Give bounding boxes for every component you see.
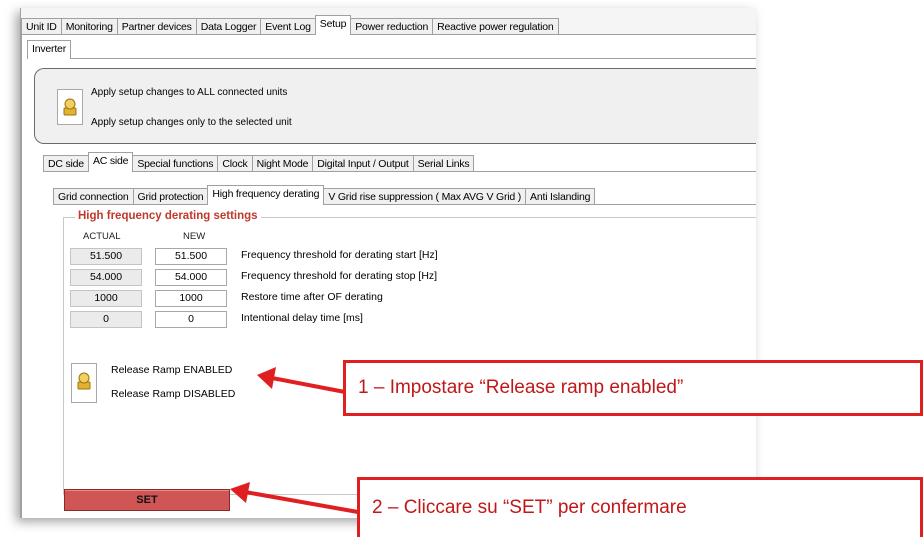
release-ramp-toggle[interactable] — [71, 363, 97, 403]
main-tab-bar: Unit ID Monitoring Partner devices Data … — [21, 15, 559, 35]
divider — [27, 58, 756, 59]
tab-reactive-power-regulation[interactable]: Reactive power regulation — [432, 18, 559, 35]
row-label: Frequency threshold for derating start [… — [241, 249, 438, 261]
toggle-switch-icon — [63, 98, 77, 116]
release-ramp-disabled-option[interactable]: Release Ramp DISABLED — [111, 388, 235, 400]
row-label: Intentional delay time [ms] — [241, 312, 363, 324]
callout-set: 2 – Cliccare su “SET” per confermare — [357, 477, 923, 537]
tab-clock[interactable]: Clock — [217, 155, 253, 172]
tab-night-mode[interactable]: Night Mode — [251, 155, 314, 172]
tab-grid-connection[interactable]: Grid connection — [53, 188, 134, 205]
apply-options-box: Apply setup changes to ALL connected uni… — [34, 68, 756, 144]
column-header-new: NEW — [183, 231, 206, 242]
tab-ac-side[interactable]: AC side — [87, 152, 134, 172]
settings-title: High frequency derating settings — [75, 210, 261, 222]
row-label: Frequency threshold for derating stop [H… — [241, 270, 438, 282]
ac-tab-bar: Grid connection Grid protection High fre… — [53, 185, 596, 205]
tab-event-log[interactable]: Event Log — [260, 18, 316, 35]
new-value-input[interactable]: 0 — [155, 311, 227, 328]
column-header-actual: ACTUAL — [83, 231, 121, 242]
divider — [43, 171, 756, 172]
tab-dc-side[interactable]: DC side — [43, 155, 89, 172]
new-value-input[interactable]: 54.000 — [155, 269, 227, 286]
device-tab-bar: Inverter — [27, 40, 71, 59]
app-window: Unit ID Monitoring Partner devices Data … — [20, 8, 756, 518]
tab-power-reduction[interactable]: Power reduction — [350, 18, 434, 35]
tab-data-logger[interactable]: Data Logger — [195, 18, 262, 35]
divider — [53, 204, 756, 205]
tab-setup[interactable]: Setup — [314, 15, 352, 35]
apply-scope-toggle[interactable] — [57, 89, 83, 125]
tab-unit-id[interactable]: Unit ID — [21, 18, 62, 35]
tab-inverter[interactable]: Inverter — [27, 40, 71, 59]
actual-value: 0 — [70, 311, 142, 328]
actual-value: 1000 — [70, 290, 142, 307]
tab-grid-protection[interactable]: Grid protection — [132, 188, 209, 205]
new-value-input[interactable]: 51.500 — [155, 248, 227, 265]
actual-value: 54.000 — [70, 269, 142, 286]
tab-anti-islanding[interactable]: Anti Islanding — [525, 188, 596, 205]
new-value-input[interactable]: 1000 — [155, 290, 227, 307]
callout-release-ramp: 1 – Impostare “Release ramp enabled” — [343, 360, 923, 416]
tab-monitoring[interactable]: Monitoring — [60, 18, 118, 35]
apply-selected-unit-option[interactable]: Apply setup changes only to the selected… — [91, 117, 292, 128]
sub-tab-bar: DC side AC side Special functions Clock … — [43, 152, 475, 172]
set-button[interactable]: SET — [64, 489, 230, 511]
apply-all-units-option[interactable]: Apply setup changes to ALL connected uni… — [91, 87, 287, 98]
release-ramp-enabled-option[interactable]: Release Ramp ENABLED — [111, 364, 232, 376]
tab-serial-links[interactable]: Serial Links — [412, 155, 475, 172]
toggle-switch-icon — [77, 372, 91, 390]
tab-digital-io[interactable]: Digital Input / Output — [312, 155, 414, 172]
row-label: Restore time after OF derating — [241, 291, 383, 303]
tab-partner-devices[interactable]: Partner devices — [116, 18, 197, 35]
tab-special-functions[interactable]: Special functions — [132, 155, 219, 172]
tab-v-grid-rise-suppression[interactable]: V Grid rise suppression ( Max AVG V Grid… — [323, 188, 527, 205]
actual-value: 51.500 — [70, 248, 142, 265]
tab-high-frequency-derating[interactable]: High frequency derating — [207, 185, 325, 205]
